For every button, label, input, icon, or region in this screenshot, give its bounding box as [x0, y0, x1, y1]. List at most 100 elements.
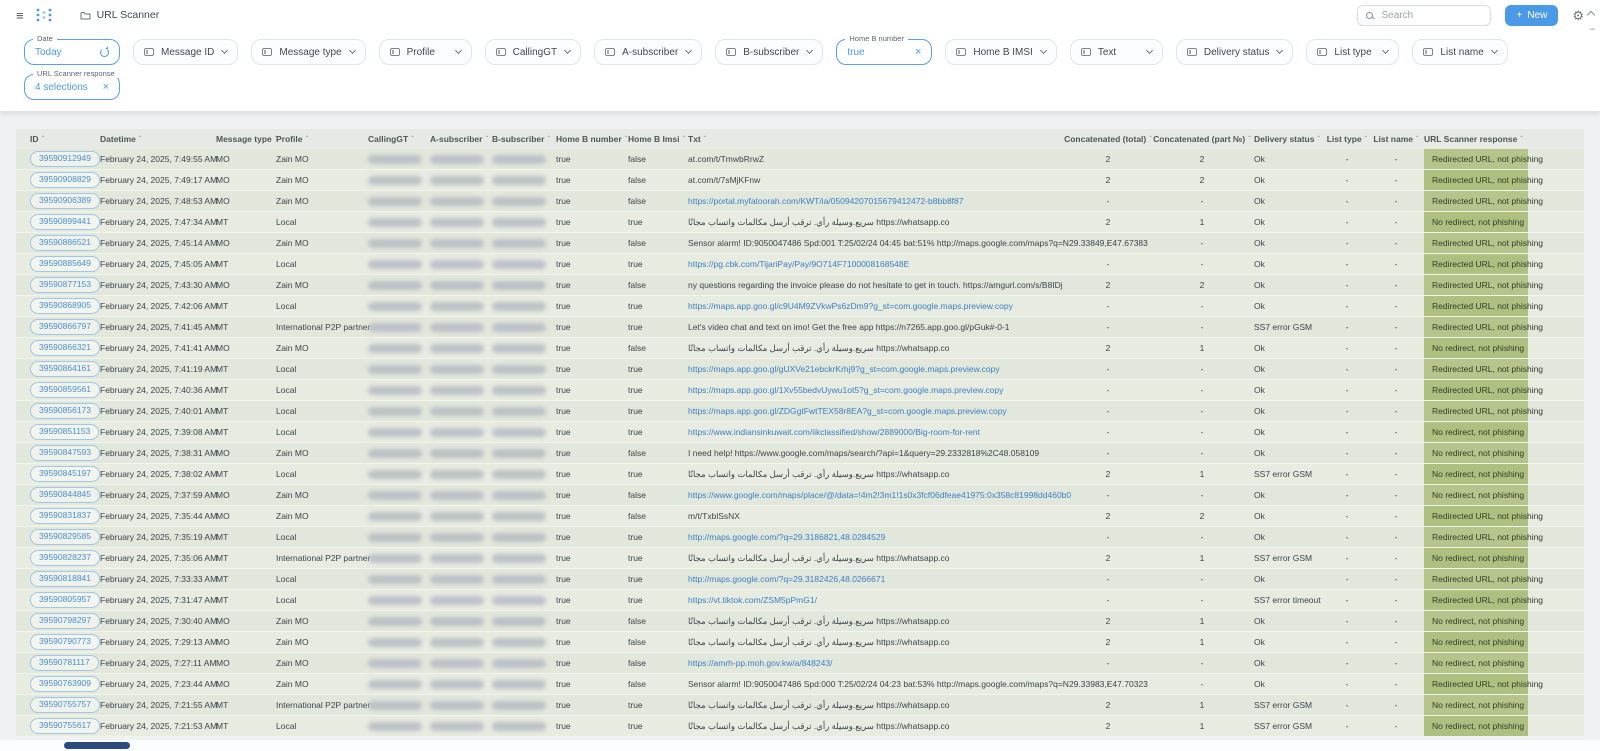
search-input-wrap[interactable] [1357, 5, 1491, 26]
filter-chip-home-b-imsi[interactable]: Home B IMSI [945, 39, 1056, 65]
id-pill[interactable]: 39590868905 [30, 298, 100, 314]
table-row[interactable]: 39590847593February 24, 2025, 7:38:31 AM… [16, 443, 1584, 464]
column-header-list_name[interactable]: List nameˆ [1374, 134, 1424, 144]
filter-chip-callinggt[interactable]: CallingGT [485, 39, 581, 65]
id-pill[interactable]: 39590755617 [30, 718, 100, 734]
filter-chip-profile[interactable]: Profile [379, 39, 472, 65]
column-header-id[interactable]: IDˆ [30, 134, 100, 144]
id-pill[interactable]: 39590781117 [30, 655, 99, 671]
filter-chip-text[interactable]: Text [1070, 39, 1163, 65]
breadcrumb[interactable]: URL Scanner [80, 9, 160, 21]
id-pill[interactable]: 39590899441 [30, 214, 100, 230]
search-input[interactable] [1379, 9, 1482, 22]
id-pill[interactable]: 39590844845 [30, 487, 100, 503]
column-header-delivery_status[interactable]: Delivery statusˆ [1254, 134, 1326, 144]
message-link[interactable]: https://maps.app.goo.gl/1Xv55bedvUywu1ot… [688, 385, 1003, 395]
column-header-home_b_number[interactable]: Home B numberˆ [556, 134, 628, 144]
clear-icon[interactable]: × [915, 47, 921, 58]
column-header-a_subscriber[interactable]: A-subscriberˆ [430, 134, 492, 144]
id-pill[interactable]: 39590763909 [30, 676, 100, 692]
table-row[interactable]: 39590908829February 24, 2025, 7:49:17 AM… [16, 170, 1584, 191]
message-link[interactable]: https://portal.myfatoorah.com/KWT/ia/050… [688, 196, 964, 206]
column-header-callinggt[interactable]: CallingGTˆ [368, 134, 430, 144]
message-link[interactable]: https://maps.app.goo.gl/ZDGgtFwtTEX58r8E… [688, 406, 1007, 416]
table-row[interactable]: 39590755617February 24, 2025, 7:21:53 AM… [16, 716, 1584, 737]
table-row[interactable]: 39590885649February 24, 2025, 7:45:05 AM… [16, 254, 1584, 275]
table-row[interactable]: 39590790773February 24, 2025, 7:29:13 AM… [16, 632, 1584, 653]
message-link[interactable]: https://www.indiansinkuwait.com/iikclass… [688, 427, 980, 437]
id-pill[interactable]: 39590851153 [30, 424, 99, 440]
filter-chip-b-subscriber[interactable]: B-subscriber [715, 39, 823, 65]
id-pill[interactable]: 39590847593 [30, 445, 100, 461]
column-header-datetime[interactable]: Datetimeˆ [100, 134, 216, 144]
id-pill[interactable]: 39590912949 [30, 151, 100, 167]
new-button[interactable]: + New [1505, 5, 1558, 26]
column-header-b_subscriber[interactable]: B-subscriberˆ [492, 134, 556, 144]
table-row[interactable]: 39590798297February 24, 2025, 7:30:40 AM… [16, 611, 1584, 632]
table-row[interactable]: 39590828237February 24, 2025, 7:35:06 AM… [16, 548, 1584, 569]
table-row[interactable]: 39590912949February 24, 2025, 7:49:55 AM… [16, 149, 1584, 170]
table-row[interactable]: 39590906389February 24, 2025, 7:48:53 AM… [16, 191, 1584, 212]
column-header-list_type[interactable]: List typeˆ [1326, 134, 1374, 144]
table-row[interactable]: 39590859561February 24, 2025, 7:40:36 AM… [16, 380, 1584, 401]
filter-chip-date[interactable]: DateToday [24, 39, 120, 65]
id-pill[interactable]: 39590845197 [30, 466, 100, 482]
menu-icon[interactable]: ≡ [16, 9, 24, 22]
id-pill[interactable]: 39590856173 [30, 403, 100, 419]
column-header-home_b_imsi[interactable]: Home B Imsiˆ [628, 134, 688, 144]
id-pill[interactable]: 39590866797 [30, 319, 100, 335]
clear-icon[interactable]: × [103, 82, 109, 93]
filter-chip-list-type[interactable]: List type [1306, 39, 1399, 65]
table-row[interactable]: 39590856173February 24, 2025, 7:40:01 AM… [16, 401, 1584, 422]
id-pill[interactable]: 39590908829 [30, 172, 100, 188]
table-row[interactable]: 39590763909February 24, 2025, 7:23:44 AM… [16, 674, 1584, 695]
message-link[interactable]: https://pg.cbk.com/TijariPay/Pay/9O714F7… [688, 259, 909, 269]
table-row[interactable]: 39590818841February 24, 2025, 7:33:33 AM… [16, 569, 1584, 590]
refresh-icon[interactable] [100, 48, 109, 57]
table-row[interactable]: 39590899441February 24, 2025, 7:47:34 AM… [16, 212, 1584, 233]
table-row[interactable]: 39590831837February 24, 2025, 7:35:44 AM… [16, 506, 1584, 527]
filter-chip-home-b-number[interactable]: Home B numbertrue× [836, 39, 932, 65]
table-row[interactable]: 39590845197February 24, 2025, 7:38:02 AM… [16, 464, 1584, 485]
filter-chip-message-type[interactable]: Message type [251, 39, 365, 65]
id-pill[interactable]: 39590906389 [30, 193, 100, 209]
table-row[interactable]: 39590866797February 24, 2025, 7:41:45 AM… [16, 317, 1584, 338]
id-pill[interactable]: 39590798297 [30, 613, 100, 629]
table-row[interactable]: 39590851153February 24, 2025, 7:39:08 AM… [16, 422, 1584, 443]
table-row[interactable]: 39590781117February 24, 2025, 7:27:11 AM… [16, 653, 1584, 674]
column-header-profile[interactable]: Profileˆ [276, 134, 368, 144]
filter-chip-url-scanner-response[interactable]: URL Scanner response4 selections× [24, 74, 120, 100]
id-pill[interactable]: 39590829585 [30, 529, 100, 545]
message-link[interactable]: http://maps.google.com/?q=29.3182426,48.… [688, 574, 885, 584]
column-header-concat_part[interactable]: Concatenated (part №)ˆ [1156, 134, 1254, 144]
table-row[interactable]: 39590886521February 24, 2025, 7:45:14 AM… [16, 233, 1584, 254]
table-row[interactable]: 39590829585February 24, 2025, 7:35:19 AM… [16, 527, 1584, 548]
id-pill[interactable]: 39590790773 [30, 634, 100, 650]
table-row[interactable]: 39590805957February 24, 2025, 7:31:47 AM… [16, 590, 1584, 611]
id-pill[interactable]: 39590831837 [30, 508, 100, 524]
id-pill[interactable]: 39590805957 [30, 592, 100, 608]
message-link[interactable]: https://maps.app.goo.gl/c9U4M9ZVkwPs6zDm… [688, 301, 1013, 311]
id-pill[interactable]: 39590866321 [30, 340, 100, 356]
message-link[interactable]: https://www.google.com/maps/place/@/data… [688, 490, 1071, 500]
id-pill[interactable]: 39590859561 [30, 382, 100, 398]
table-row[interactable]: 39590844845February 24, 2025, 7:37:59 AM… [16, 485, 1584, 506]
table-row[interactable]: 39590868905February 24, 2025, 7:42:06 AM… [16, 296, 1584, 317]
filter-chip-list-name[interactable]: List name [1412, 39, 1507, 65]
message-link[interactable]: https://amrh-pp.moh.gov.kw/a/848243/ [688, 658, 832, 668]
message-link[interactable]: http://maps.google.com/?q=29.3186821,48.… [688, 532, 885, 542]
horizontal-scrollbar-thumb[interactable] [64, 742, 130, 749]
filter-chip-a-subscriber[interactable]: A-subscriber [594, 39, 702, 65]
table-row[interactable]: 39590877153February 24, 2025, 7:43:30 AM… [16, 275, 1584, 296]
message-link[interactable]: https://maps.app.goo.gl/gUXVe21ebckrKrhj… [688, 364, 1000, 374]
id-pill[interactable]: 39590886521 [30, 235, 100, 251]
id-pill[interactable]: 39590818841 [30, 571, 100, 587]
column-header-message_type[interactable]: Message typeˆ [216, 134, 276, 144]
column-header-url_response[interactable]: URL Scanner responseˆ [1424, 134, 1528, 144]
table-row[interactable]: 39590866321February 24, 2025, 7:41:41 AM… [16, 338, 1584, 359]
filter-chip-message-id[interactable]: Message ID [133, 39, 238, 65]
id-pill[interactable]: 39590828237 [30, 550, 100, 566]
column-header-concat_total[interactable]: Concatenated (total)ˆ [1066, 134, 1156, 144]
filter-chip-delivery-status[interactable]: Delivery status [1176, 39, 1294, 65]
gear-icon[interactable]: ⚙ [1572, 9, 1584, 22]
